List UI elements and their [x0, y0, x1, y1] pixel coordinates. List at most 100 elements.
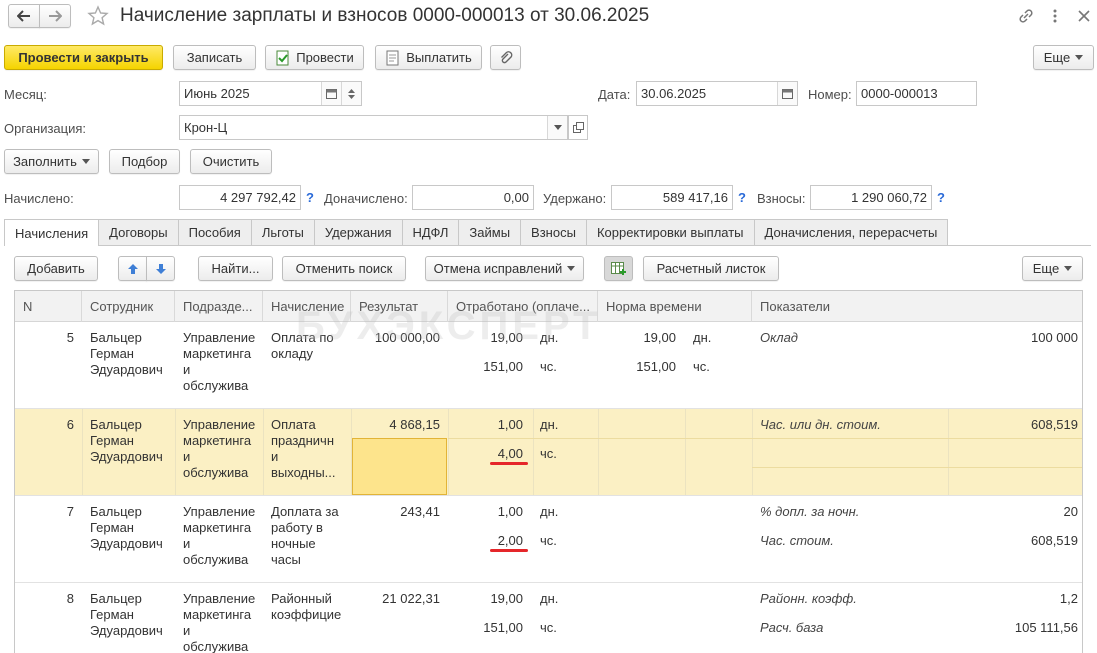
cell-divider [82, 409, 83, 495]
grid-more-button[interactable]: Еще [1022, 256, 1083, 281]
worked-days-unit: дн. [540, 504, 559, 519]
department-cell: Управление маркетинга и обслужива [183, 330, 256, 393]
table-row-selected[interactable]: 6 Бальцер Герман Эдуардович Управление м… [15, 409, 1082, 496]
month-label: Месяц: [4, 87, 47, 102]
month-value: Июнь 2025 [184, 86, 250, 101]
dropdown-arrow-icon [567, 266, 576, 271]
worked-days-cell: 19,00 [490, 591, 523, 606]
fill-button[interactable]: Заполнить [4, 149, 99, 174]
tab-deductions[interactable]: Удержания [313, 219, 403, 245]
attach-button[interactable] [490, 45, 521, 70]
worked-hours-unit: чс. [540, 533, 557, 548]
tab-contracts[interactable]: Договоры [98, 219, 179, 245]
select-button[interactable]: Подбор [109, 149, 180, 174]
department-cell: Управление маркетинга и обслужива [183, 417, 256, 480]
clear-button[interactable]: Очистить [190, 149, 272, 174]
month-spin-button[interactable] [341, 82, 361, 105]
spin-up-icon [348, 88, 355, 93]
indicator-value: 105 111,56 [1014, 620, 1078, 635]
withheld-value: 589 417,16 [662, 190, 728, 205]
worked-hours-unit: чс. [540, 359, 557, 374]
month-field[interactable]: Июнь 2025 [179, 81, 362, 106]
tab-payment-corrections[interactable]: Корректировки выплаты [585, 219, 755, 245]
extra-accrued-field: 0,00 [412, 185, 534, 210]
number-label: Номер: [808, 87, 852, 102]
pay-button[interactable]: Выплатить [375, 45, 482, 70]
tab-accruals[interactable]: Начисления [4, 219, 100, 246]
paperclip-icon [499, 50, 513, 66]
col-header-n[interactable]: N [15, 291, 82, 322]
norm-days-unit: дн. [693, 330, 712, 345]
add-label: Добавить [27, 261, 85, 276]
calendar-icon [782, 89, 793, 99]
forward-button[interactable] [39, 4, 71, 28]
highlight-underline [490, 462, 528, 465]
organization-dropdown-button[interactable] [547, 116, 567, 139]
post-button[interactable]: Провести [265, 45, 364, 70]
cancel-corrections-label: Отмена исправлений [433, 261, 563, 276]
organization-open-button[interactable] [568, 115, 588, 140]
contributions-help-icon[interactable]: ? [937, 190, 945, 205]
more-button[interactable]: Еще [1033, 45, 1094, 70]
cell-divider [948, 409, 949, 495]
post-and-close-button[interactable]: Провести и закрыть [4, 45, 163, 70]
table-row[interactable]: 7 Бальцер Герман Эдуардович Управление м… [15, 496, 1082, 583]
cell-divider [598, 409, 599, 495]
cancel-corrections-button[interactable]: Отмена исправлений [425, 256, 584, 281]
find-button[interactable]: Найти... [198, 256, 273, 281]
move-down-button[interactable] [146, 256, 175, 281]
calendar-button[interactable] [321, 82, 341, 105]
star-icon[interactable] [86, 4, 110, 28]
post-label: Провести [296, 50, 354, 65]
tab-loans[interactable]: Займы [458, 219, 522, 245]
row-number: 5 [66, 330, 74, 345]
worked-days-cell: 1,00 [497, 504, 523, 519]
link-icon[interactable] [1016, 6, 1036, 26]
tab-contributions[interactable]: Взносы [520, 219, 587, 245]
indicator-name: Час. стоим. [760, 533, 834, 548]
date-calendar-button[interactable] [777, 82, 797, 105]
edit-mode-button[interactable] [604, 256, 633, 281]
cancel-search-button[interactable]: Отменить поиск [282, 256, 406, 281]
number-value: 0000-000013 [861, 86, 938, 101]
date-field[interactable]: 30.06.2025 [636, 81, 798, 106]
save-button[interactable]: Записать [173, 45, 256, 70]
date-value: 30.06.2025 [641, 86, 707, 101]
employee-cell: Бальцер Герман Эдуардович [90, 504, 163, 551]
payslip-button[interactable]: Расчетный листок [643, 256, 779, 281]
more-vertical-icon[interactable] [1047, 6, 1063, 26]
withheld-help-icon[interactable]: ? [738, 190, 746, 205]
indicator-name: Районн. коэфф. [760, 591, 857, 606]
tab-recalculations[interactable]: Доначисления, перерасчеты [753, 219, 949, 245]
add-row-button[interactable]: Добавить [14, 256, 98, 281]
organization-field[interactable]: Крон-Ц [179, 115, 568, 140]
tab-ndfl[interactable]: НДФЛ [401, 219, 460, 245]
worked-days-unit: дн. [540, 417, 559, 432]
tab-benefits[interactable]: Пособия [177, 219, 252, 245]
accrued-field: 4 297 792,42 [179, 185, 301, 210]
col-header-department[interactable]: Подразде... [175, 291, 263, 322]
arrow-up-icon [127, 263, 138, 274]
result-edit-cell[interactable] [352, 438, 447, 495]
close-icon[interactable] [1074, 6, 1094, 26]
norm-hours-unit: чс. [693, 359, 710, 374]
move-up-button[interactable] [118, 256, 147, 281]
cell-divider [685, 409, 686, 495]
payslip-label: Расчетный листок [656, 261, 766, 276]
tab-privileges[interactable]: Льготы [250, 219, 315, 245]
col-header-indicators[interactable]: Показатели [752, 291, 1082, 322]
table-row[interactable]: 8 Бальцер Герман Эдуардович Управление м… [15, 583, 1082, 653]
worked-days-cell: 1,00 [497, 417, 523, 432]
worked-days-unit: дн. [540, 591, 559, 606]
dropdown-arrow-icon [553, 125, 562, 130]
accrued-help-icon[interactable]: ? [306, 190, 314, 205]
col-header-time-norm[interactable]: Норма времени [598, 291, 752, 322]
accrual-cell: Доплата за работу в ночные часы [271, 504, 339, 567]
worked-hours-cell: 151,00 [483, 620, 523, 635]
col-header-employee[interactable]: Сотрудник [82, 291, 175, 322]
indicator-value: 1,2 [1059, 591, 1078, 606]
back-button[interactable] [8, 4, 40, 28]
worked-hours-cell: 2,00 [497, 533, 523, 548]
extra-accrued-value: 0,00 [503, 190, 529, 205]
number-field[interactable]: 0000-000013 [856, 81, 977, 106]
